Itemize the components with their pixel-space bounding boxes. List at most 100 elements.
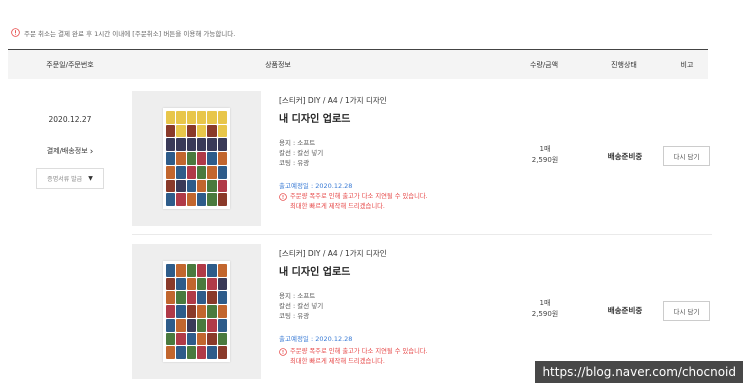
- sticker-tile: [176, 124, 186, 138]
- product-thumbnail[interactable]: [132, 244, 261, 379]
- header-status: 진행상태: [611, 61, 637, 69]
- sticker-tile: [196, 193, 207, 206]
- sticker-tile: [196, 165, 207, 179]
- sticker-tile: [217, 179, 227, 193]
- sticker-tile: [176, 179, 186, 193]
- header-product: 상품정보: [265, 61, 291, 69]
- sticker-tile: [196, 124, 207, 138]
- sticker-tile: [176, 193, 186, 206]
- sticker-tile: [176, 111, 186, 124]
- order-item: [스티커] DIY / A4 / 1가지 디자인 내 디자인 업로드 용지 : …: [132, 244, 712, 379]
- sticker-tile: [166, 277, 176, 291]
- sticker-tile: [176, 305, 186, 318]
- option-paper: 용지 : 소프트: [279, 139, 316, 147]
- order-table-header: 주문일/주문번호 상품정보 수량/금액 진행상태 비고: [8, 49, 708, 79]
- sticker-tile: [207, 179, 217, 193]
- sticker-tile: [196, 111, 207, 124]
- sticker-tile: [217, 124, 227, 138]
- product-category: [스티커] DIY / A4 / 1가지 디자인: [279, 96, 387, 105]
- sticker-tile: [176, 277, 186, 291]
- sticker-tile: [217, 193, 227, 206]
- sticker-tile: [196, 346, 207, 359]
- sticker-tile: [207, 291, 217, 305]
- sticker-tile: [186, 318, 196, 332]
- warning-circle-icon: [279, 193, 287, 201]
- delay-warning-line1: 주문량 폭주로 인해 출고가 다소 지연될 수 있습니다.: [290, 348, 428, 355]
- certificate-select-label: 증명서류 발급: [47, 176, 83, 183]
- certificate-select[interactable]: 증명서류 발급 ▼: [36, 168, 104, 189]
- sticker-tile: [196, 318, 207, 332]
- sticker-tile: [186, 277, 196, 291]
- chevron-right-icon: ›: [89, 147, 94, 157]
- sticker-tile: [207, 111, 217, 124]
- sticker-sheet-image: [163, 108, 230, 209]
- detail-link-label: 결제/배송정보: [46, 147, 88, 155]
- product-name[interactable]: 내 디자인 업로드: [279, 263, 350, 278]
- expected-ship-date: 출고예정일 : 2020.12.28: [279, 335, 353, 343]
- sticker-tile: [196, 138, 207, 152]
- notice-text: 주문 취소는 결제 완료 후 1시간 이내에 [주문취소] 버튼을 이용해 가능…: [24, 29, 236, 38]
- sticker-tile: [207, 318, 217, 332]
- option-cutline: 칼선 : 칼선 넣기: [279, 302, 324, 310]
- sticker-tile: [186, 193, 196, 206]
- sticker-tile: [176, 346, 186, 359]
- sticker-tile: [166, 124, 176, 138]
- sticker-tile: [176, 138, 186, 152]
- sticker-tile: [166, 318, 176, 332]
- reorder-button[interactable]: 다시 담기: [663, 301, 710, 321]
- status-label: 배송준비중: [607, 152, 643, 161]
- sticker-tile: [217, 305, 227, 318]
- reorder-button[interactable]: 다시 담기: [663, 146, 710, 166]
- sticker-tile: [217, 277, 227, 291]
- caret-down-icon: ▼: [88, 175, 93, 182]
- sticker-tile: [217, 165, 227, 179]
- payment-shipping-info-link[interactable]: 결제/배송정보 ›: [20, 146, 120, 157]
- sticker-tile: [207, 193, 217, 206]
- item-divider: [132, 234, 712, 235]
- quantity-price: 1매 2,590원: [515, 298, 575, 320]
- sticker-tile: [207, 346, 217, 359]
- sticker-tile: [166, 332, 176, 346]
- sticker-tile: [196, 332, 207, 346]
- sticker-tile: [186, 179, 196, 193]
- sticker-tile: [207, 332, 217, 346]
- order-item: [스티커] DIY / A4 / 1가지 디자인 내 디자인 업로드 용지 : …: [132, 91, 712, 226]
- sticker-tile: [217, 332, 227, 346]
- sticker-tile: [166, 152, 176, 165]
- sticker-tile: [186, 264, 196, 277]
- warning-circle-icon: [11, 28, 20, 37]
- delay-warning-line2: 최대한 빠르게 제작해 드리겠습니다.: [290, 203, 385, 210]
- quantity: 1매: [539, 299, 551, 307]
- delay-warning-line1: 주문량 폭주로 인해 출고가 다소 지연될 수 있습니다.: [290, 193, 428, 200]
- warning-circle-icon: [279, 348, 287, 356]
- sticker-tile: [176, 152, 186, 165]
- product-name[interactable]: 내 디자인 업로드: [279, 110, 350, 125]
- sticker-tile: [217, 346, 227, 359]
- sticker-tile: [166, 193, 176, 206]
- price: 2,590원: [531, 156, 559, 164]
- header-qty-price: 수량/금액: [529, 61, 559, 69]
- delay-warning: 주문량 폭주로 인해 출고가 다소 지연될 수 있습니다. 최대한 빠르게 제작…: [279, 192, 428, 212]
- sticker-tile: [186, 138, 196, 152]
- sticker-tile: [196, 179, 207, 193]
- sticker-tile: [176, 264, 186, 277]
- delay-warning: 주문량 폭주로 인해 출고가 다소 지연될 수 있습니다. 최대한 빠르게 제작…: [279, 347, 428, 367]
- sticker-tile: [166, 179, 176, 193]
- sticker-tile: [186, 152, 196, 165]
- sticker-tile: [196, 264, 207, 277]
- product-category: [스티커] DIY / A4 / 1가지 디자인: [279, 249, 387, 258]
- sticker-tile: [186, 291, 196, 305]
- sticker-tile: [207, 124, 217, 138]
- option-paper: 용지 : 소프트: [279, 292, 316, 300]
- header-order: 주문일/주문번호: [46, 61, 94, 69]
- sticker-tile: [207, 277, 217, 291]
- sticker-tile: [166, 264, 176, 277]
- sticker-tile: [217, 111, 227, 124]
- status-label: 배송준비중: [607, 306, 643, 315]
- sticker-tile: [217, 152, 227, 165]
- sticker-tile: [166, 291, 176, 305]
- sticker-tile: [196, 291, 207, 305]
- product-thumbnail[interactable]: [132, 91, 261, 226]
- delay-warning-line2: 최대한 빠르게 제작해 드리겠습니다.: [290, 358, 385, 365]
- sticker-tile: [176, 318, 186, 332]
